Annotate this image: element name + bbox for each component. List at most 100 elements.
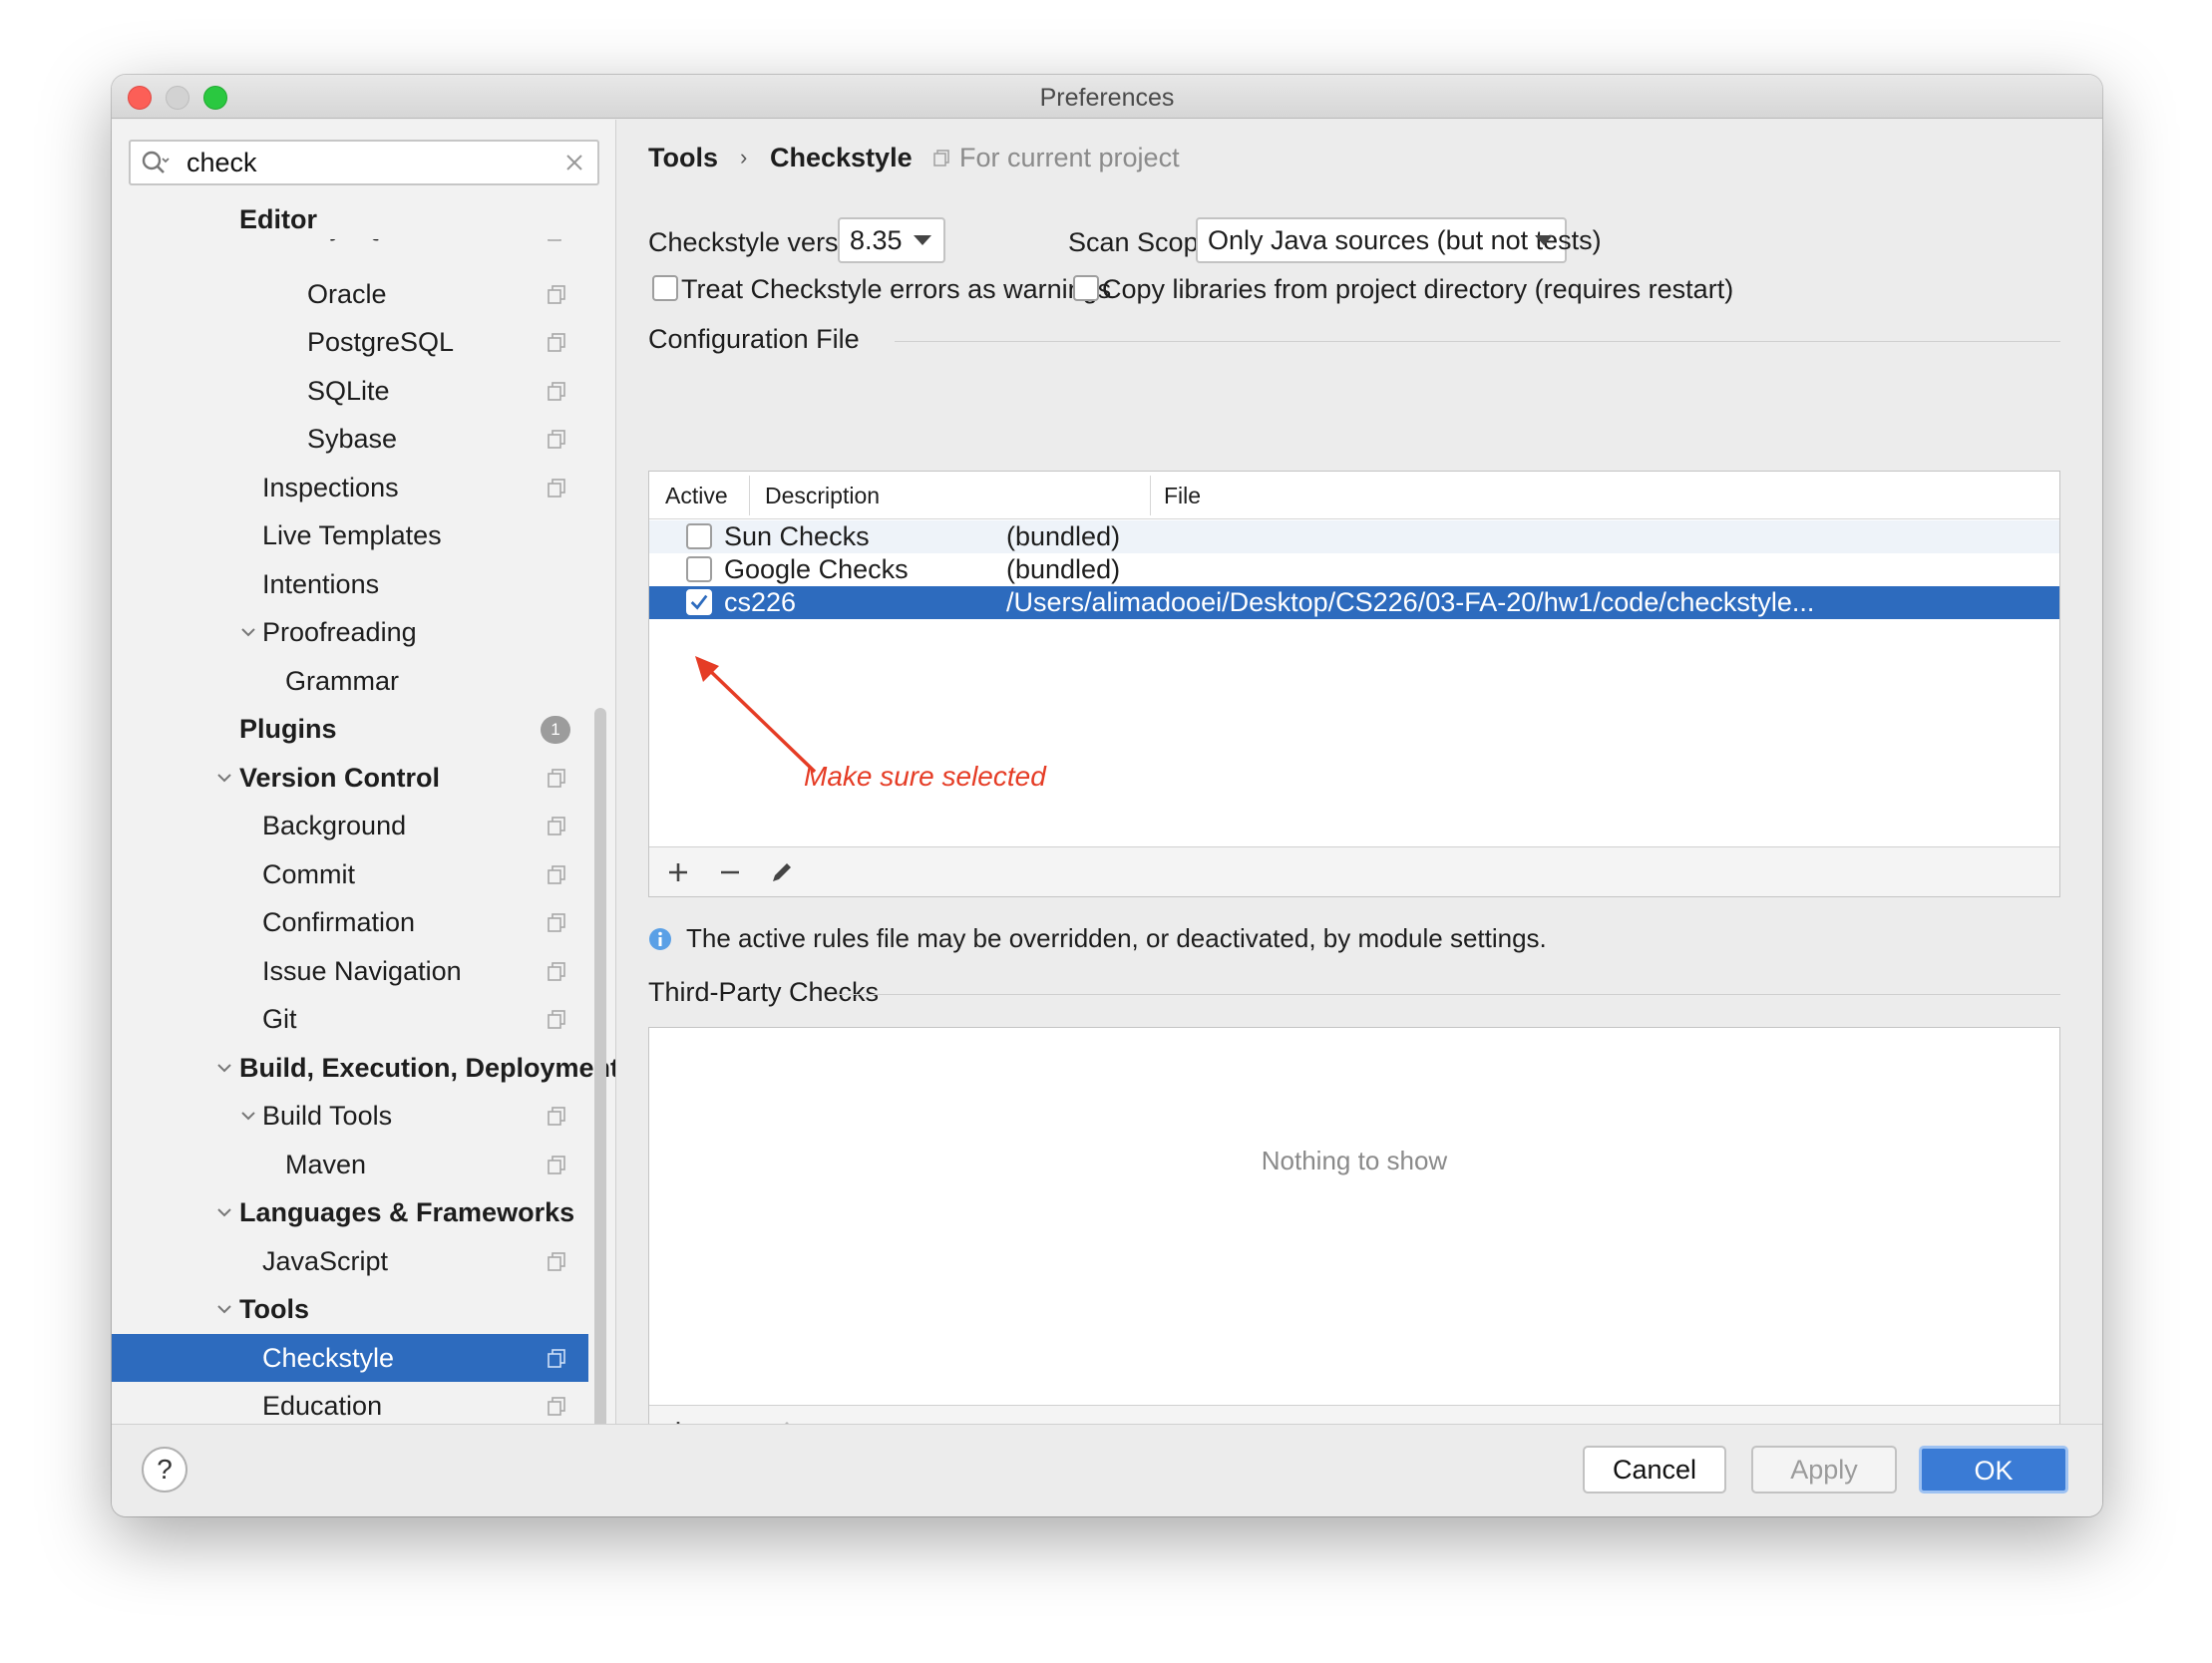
table-header: Active Description File — [649, 472, 2059, 519]
file-cell: /Users/alimadooei/Desktop/CS226/03-FA-20… — [1006, 587, 1815, 617]
project-scope-icon — [548, 817, 565, 835]
sidebar-scrollbar[interactable] — [594, 708, 606, 1424]
sidebar-item-sqlite[interactable]: SQLite — [112, 367, 588, 415]
annotation-arrow — [695, 656, 817, 774]
ok-button[interactable]: OK — [1919, 1446, 2068, 1494]
sidebar-item-live-templates[interactable]: Live Templates — [112, 511, 588, 559]
copy-libs-checkbox[interactable] — [1073, 275, 1099, 301]
version-dropdown[interactable]: 8.35 — [838, 217, 945, 263]
config-toolbar — [649, 846, 2059, 896]
version-value: 8.35 — [850, 225, 903, 255]
chevron-down-icon[interactable] — [216, 1061, 232, 1075]
chevron-down-icon[interactable] — [216, 1205, 232, 1219]
clear-search-icon[interactable] — [563, 152, 585, 173]
config-file-table: Active Description File Sun Checks (bundl… — [648, 471, 2060, 897]
sidebar-item-javascript[interactable]: JavaScript — [112, 1237, 588, 1285]
edit-pencil-icon[interactable] — [769, 859, 795, 885]
sidebar-item-editor[interactable]: Editor — [112, 199, 588, 239]
chevron-down-icon — [914, 235, 931, 245]
project-scope-icon — [933, 150, 949, 166]
search-input[interactable] — [186, 148, 555, 177]
checkmark-icon — [690, 594, 708, 610]
sidebar-item-commit[interactable]: Commit — [112, 850, 588, 898]
copy-libs-label: Copy libraries from project directory (r… — [1102, 274, 1734, 304]
sidebar-item-label: Plugins — [239, 714, 337, 744]
sidebar-item-label: Build, Execution, Deployment — [239, 1052, 616, 1083]
sidebar-item-proofreading[interactable]: Proofreading — [112, 608, 588, 656]
sidebar-item-label: Checkstyle — [262, 1342, 395, 1373]
search-field[interactable] — [129, 140, 599, 185]
chevron-down-icon[interactable] — [216, 1302, 232, 1316]
active-checkbox[interactable] — [686, 589, 712, 615]
sidebar-item-education[interactable]: Education — [112, 1382, 588, 1424]
treat-warnings-checkbox[interactable] — [652, 275, 678, 301]
add-icon[interactable] — [665, 859, 691, 885]
title-bar: Preferences — [112, 75, 2102, 119]
chevron-down-icon[interactable] — [240, 625, 256, 639]
sidebar-item-label: Education — [262, 1391, 383, 1421]
project-scope-icon — [548, 768, 565, 788]
sidebar-item-label: Git — [262, 1004, 297, 1034]
section-divider — [829, 994, 2060, 995]
active-checkbox[interactable] — [686, 523, 712, 549]
chevron-down-icon[interactable] — [216, 771, 232, 785]
project-scope-icon — [548, 913, 565, 932]
breadcrumb-separator: › — [740, 145, 748, 169]
table-row[interactable]: Google Checks (bundled) — [649, 553, 2059, 586]
sidebar-item-label: SQLite — [307, 375, 390, 406]
project-scope-icon — [548, 961, 565, 981]
project-scope-icon — [548, 381, 565, 401]
help-button[interactable]: ? — [142, 1447, 187, 1493]
file-cell: (bundled) — [1006, 554, 1121, 584]
sidebar-item-languages-frameworks[interactable]: Languages & Frameworks — [112, 1188, 588, 1236]
chevron-down-icon[interactable] — [240, 1109, 256, 1123]
sidebar-item-tools[interactable]: Tools — [112, 1285, 588, 1333]
treat-warnings-label: Treat Checkstyle errors as warnings — [681, 274, 1112, 304]
sidebar-item-intentions[interactable]: Intentions — [112, 560, 588, 608]
column-header-description[interactable]: Description — [765, 472, 880, 519]
sidebar-item-version-control[interactable]: Version Control — [112, 754, 588, 802]
active-checkbox[interactable] — [686, 556, 712, 582]
sidebar-item-label: Commit — [262, 858, 355, 889]
column-header-active[interactable]: Active — [665, 472, 728, 519]
search-icon — [142, 151, 170, 173]
sidebar-item-sybase[interactable]: Sybase — [112, 415, 588, 463]
sidebar-item-grammar[interactable]: Grammar — [112, 657, 588, 705]
sidebar-item-plugins[interactable]: Plugins 1 — [112, 705, 588, 753]
sidebar-item-label: Proofreading — [262, 617, 417, 647]
sidebar-item-label: Sybase — [307, 424, 398, 454]
window-title: Preferences — [1039, 84, 1175, 112]
sidebar-item-build-execution-deployment[interactable]: Build, Execution, Deployment — [112, 1044, 615, 1092]
sidebar-item-label: Tools — [239, 1294, 309, 1324]
config-file-title: Configuration File — [648, 324, 860, 354]
remove-icon[interactable] — [717, 859, 743, 885]
sidebar-item-label: Languages & Frameworks — [239, 1197, 575, 1227]
sidebar-item-label: Maven — [285, 1149, 367, 1179]
sidebar-item-checkstyle[interactable]: Checkstyle — [112, 1333, 588, 1382]
sidebar-item-postgresql[interactable]: PostgreSQL — [112, 318, 588, 366]
scan-scope-dropdown[interactable]: Only Java sources (but not tests) — [1196, 217, 1602, 263]
table-row[interactable]: cs226/Users/alimadooei/Desktop/CS226/03-… — [649, 586, 2059, 619]
sidebar-item-confirmation[interactable]: Confirmation — [112, 898, 588, 946]
settings-tree: EditorMySQLOraclePostgreSQLSQLiteSybaseI… — [112, 199, 615, 1424]
empty-state-text: Nothing to show — [1261, 1146, 1448, 1175]
sidebar-item-maven[interactable]: Maven — [112, 1141, 588, 1188]
sidebar-item-background[interactable]: Background — [112, 802, 588, 849]
cancel-button[interactable]: Cancel — [1583, 1446, 1726, 1494]
project-scope-icon — [548, 1348, 565, 1368]
sidebar-item-git[interactable]: Git — [112, 995, 588, 1043]
sidebar-item-inspections[interactable]: Inspections — [112, 464, 588, 511]
sidebar-item-build-tools[interactable]: Build Tools — [112, 1092, 588, 1140]
sidebar-item-label: Confirmation — [262, 907, 416, 937]
project-scope-icon — [548, 1251, 565, 1271]
sidebar-item-label: Background — [262, 811, 407, 840]
project-scope-icon — [548, 478, 565, 498]
table-row[interactable]: Sun Checks (bundled) — [649, 520, 2059, 553]
sidebar-item-issue-navigation[interactable]: Issue Navigation — [112, 947, 588, 995]
column-header-file[interactable]: File — [1164, 472, 1201, 519]
annotation-text: Make sure selected — [804, 761, 1046, 792]
project-scope-icon — [548, 1397, 565, 1416]
sidebar-item-oracle[interactable]: Oracle — [112, 270, 588, 318]
apply-button[interactable]: Apply — [1751, 1446, 1897, 1494]
project-scope-icon — [548, 864, 565, 884]
